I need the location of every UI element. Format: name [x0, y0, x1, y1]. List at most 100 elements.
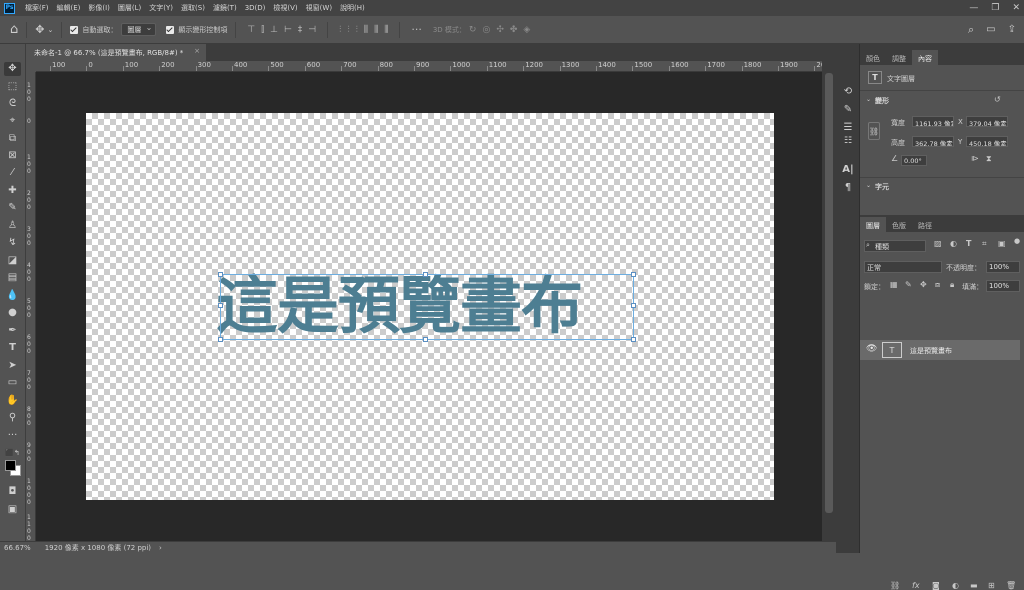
move-tool-icon[interactable]: ✥ — [35, 23, 44, 36]
crop-tool-icon[interactable]: ⧉ — [4, 132, 21, 146]
distribute-bottom-icon[interactable]: ⫶ — [356, 25, 358, 35]
eraser-tool-icon[interactable]: ◪ — [4, 254, 21, 268]
3d-pan-icon[interactable]: ✣ — [496, 25, 504, 35]
brush-tool-icon[interactable]: ✎ — [4, 201, 21, 215]
transform-handle-r[interactable] — [631, 303, 636, 308]
filter-smart-object-icon[interactable]: ▣ — [998, 239, 1006, 248]
link-dimensions-icon[interactable]: ⛓ — [868, 122, 880, 140]
menu-filter[interactable]: 濾鏡(T) — [209, 3, 241, 13]
more-options-icon[interactable]: ··· — [411, 23, 422, 36]
filter-pixel-icon[interactable]: ▨ — [934, 239, 942, 248]
add-mask-icon[interactable]: ◙ — [932, 581, 940, 590]
character-panel-icon[interactable]: A| — [841, 162, 855, 176]
share-icon[interactable]: ⇪ — [1008, 24, 1016, 35]
transform-handle-t[interactable] — [423, 272, 428, 277]
quick-select-tool-icon[interactable]: ⌖ — [4, 114, 21, 128]
transform-bounding-box[interactable] — [218, 272, 636, 342]
auto-select-target-dropdown[interactable]: 圖層 — [121, 23, 157, 36]
align-bottom-icon[interactable]: ⊥ — [270, 25, 278, 35]
eyedropper-tool-icon[interactable]: ⁄ — [4, 166, 21, 180]
link-layers-icon[interactable]: ⛓ — [890, 581, 900, 590]
width-field[interactable]: 1161.93 像素 — [912, 116, 954, 127]
transform-handle-tl[interactable] — [218, 272, 223, 277]
visibility-eye-icon[interactable]: 👁︎ — [866, 344, 877, 354]
transform-handle-bl[interactable] — [218, 337, 223, 342]
lock-all-icon[interactable]: 🔒︎ — [950, 280, 954, 290]
collapse-arrow-icon[interactable]: ⌄ — [866, 96, 871, 103]
document-tab[interactable]: 未命名-1 @ 66.7% (這是預覽畫布, RGB/8#) * × — [26, 44, 206, 61]
gradient-tool-icon[interactable]: ▤ — [4, 271, 21, 285]
quick-mask-icon[interactable]: ◘ — [4, 485, 21, 499]
align-top-icon[interactable]: ⊤ — [247, 25, 255, 35]
align-vcenter-icon[interactable]: ⫿ — [261, 25, 264, 35]
menu-layer[interactable]: 圖層(L) — [114, 3, 145, 13]
distribute-top-icon[interactable]: ⫶ — [339, 25, 341, 35]
close-button[interactable]: ✕ — [1012, 3, 1020, 13]
delete-layer-icon[interactable]: 🗑︎ — [1006, 581, 1016, 590]
history-brush-tool-icon[interactable]: ↯ — [4, 236, 21, 250]
tab-channels[interactable]: 色版 — [886, 217, 912, 232]
auto-select-checkbox[interactable] — [70, 25, 79, 34]
frame-tool-icon[interactable]: ⊠ — [4, 149, 21, 163]
distribute-hcenter-icon[interactable]: ⫼ — [374, 25, 378, 35]
menu-type[interactable]: 文字(Y) — [145, 3, 177, 13]
3d-scale-icon[interactable]: ◈ — [523, 25, 530, 35]
filter-adjustment-icon[interactable]: ◐ — [950, 239, 957, 248]
fill-field[interactable]: 100% — [986, 280, 1020, 292]
distribute-left-icon[interactable]: ⫼ — [364, 25, 368, 35]
layer-filter-dropdown[interactable]: 種類 — [864, 240, 926, 252]
blur-tool-icon[interactable]: 💧 — [4, 289, 21, 303]
menu-file[interactable]: 檔案(F) — [21, 3, 53, 13]
search-icon[interactable]: ⌕ — [968, 23, 974, 37]
flip-vertical-icon[interactable]: ⧗ — [986, 154, 992, 164]
collapse-arrow-icon[interactable]: ⌄ — [866, 182, 871, 189]
3d-slide-icon[interactable]: ✤ — [510, 25, 518, 35]
tab-layers[interactable]: 圖層 — [860, 217, 886, 232]
scrollbar-thumb[interactable] — [825, 73, 833, 513]
menu-edit[interactable]: 編輯(E) — [53, 3, 85, 13]
hand-tool-icon[interactable]: ✋ — [4, 394, 21, 408]
rectangle-tool-icon[interactable]: ▭ — [4, 376, 21, 390]
new-group-icon[interactable]: ▬ — [970, 581, 978, 590]
layer-name[interactable]: 這是預覽畫布 — [910, 346, 952, 356]
lock-transparent-icon[interactable]: ▦ — [890, 280, 898, 289]
edit-toolbar-icon[interactable]: ··· — [4, 429, 21, 443]
menu-view[interactable]: 檢視(V) — [269, 3, 301, 13]
flip-horizontal-icon[interactable]: ⧐ — [971, 154, 979, 163]
align-hcenter-icon[interactable]: ‡ — [298, 25, 303, 35]
minimize-button[interactable]: — — [969, 3, 978, 13]
transform-handle-br[interactable] — [631, 337, 636, 342]
y-field[interactable]: 450.18 像素 — [966, 136, 1008, 147]
healing-brush-tool-icon[interactable]: ✚ — [4, 184, 21, 198]
workspace-icon[interactable]: ▭ — [986, 24, 995, 35]
distribute-vcenter-icon[interactable]: ⫶ — [347, 25, 349, 35]
default-colors-icon[interactable]: ⬛↰ — [4, 446, 21, 460]
ruler-horizontal[interactable]: 100 0 100 200 300 400 500 600 700 800 900 1000 1100 1… — [36, 61, 822, 72]
tab-paths[interactable]: 路徑 — [912, 217, 938, 232]
3d-roll-icon[interactable]: ◎ — [482, 25, 490, 35]
screen-mode-icon[interactable]: ▣ — [4, 503, 21, 517]
glyphs-icon[interactable]: ☷ — [841, 134, 855, 148]
home-icon[interactable]: ⌂ — [10, 22, 18, 37]
transform-handle-tr[interactable] — [631, 272, 636, 277]
reset-transform-icon[interactable]: ↺ — [994, 95, 1001, 104]
ruler-origin[interactable] — [26, 61, 36, 72]
menu-help[interactable]: 說明(H) — [336, 3, 369, 13]
filter-toggle-icon[interactable]: ● — [1014, 237, 1020, 245]
opacity-field[interactable]: 100% — [986, 261, 1020, 273]
3d-orbit-icon[interactable]: ↻ — [469, 25, 477, 35]
height-field[interactable]: 362.78 像素 — [912, 136, 954, 147]
blend-mode-dropdown[interactable]: 正常 — [864, 261, 942, 273]
status-menu-arrow[interactable]: › — [159, 544, 162, 552]
filter-type-icon[interactable]: T — [966, 239, 971, 248]
paragraph-panel-icon[interactable]: ¶ — [841, 180, 855, 194]
marquee-tool-icon[interactable]: ⬚ — [4, 80, 21, 94]
menu-image[interactable]: 影像(I) — [84, 3, 114, 13]
menu-select[interactable]: 選取(S) — [177, 3, 209, 13]
move-tool-icon[interactable]: ✥ — [4, 62, 21, 76]
history-panel-icon[interactable]: ⟲ — [841, 84, 855, 98]
zoom-tool-icon[interactable]: ⚲ — [4, 411, 21, 425]
close-tab-icon[interactable]: × — [194, 47, 200, 55]
align-right-icon[interactable]: ⊣ — [308, 25, 316, 35]
layer-style-fx-icon[interactable]: fx — [912, 581, 920, 590]
